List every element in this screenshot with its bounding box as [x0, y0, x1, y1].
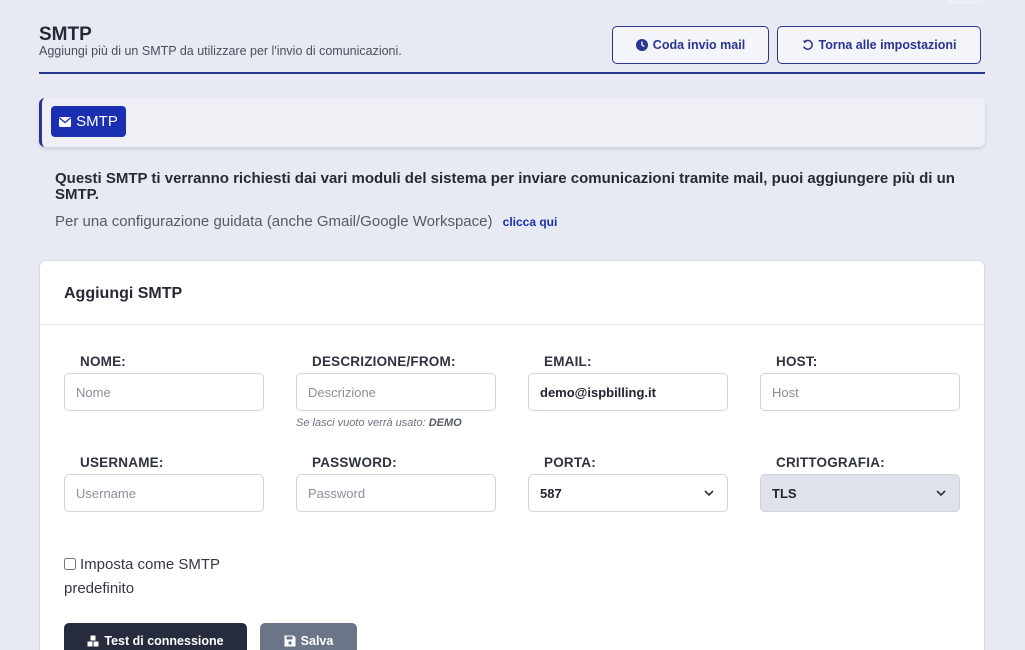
descrizione-help-text: Se lasci vuoto verrà usato:: [296, 417, 426, 429]
test-connection-button[interactable]: Test di connessione: [64, 623, 247, 650]
card-title: Aggiungi SMTP: [40, 261, 984, 325]
host-input[interactable]: [760, 373, 960, 411]
crittografia-selected-value: TLS: [772, 485, 797, 501]
tab-smtp[interactable]: SMTP: [51, 106, 126, 137]
porta-selected-value: 587: [540, 485, 562, 501]
crittografia-select[interactable]: TLS: [760, 474, 960, 512]
email-input[interactable]: [528, 373, 728, 411]
guided-config-link[interactable]: clicca qui: [503, 215, 558, 229]
descrizione-help-default: DEMO: [428, 417, 462, 429]
test-connection-label: Test di connessione: [104, 634, 224, 648]
chevron-down-icon: [704, 490, 714, 497]
default-smtp-checkbox[interactable]: [64, 558, 76, 570]
descrizione-input[interactable]: [296, 373, 496, 411]
porta-select[interactable]: 587: [528, 474, 728, 512]
username-label: USERNAME:: [80, 455, 164, 470]
chevron-down-icon: [936, 490, 946, 497]
envelope-icon: [59, 116, 72, 127]
page-subtitle: Aggiungi più di un SMTP da utilizzare pe…: [39, 44, 402, 58]
page-title: SMTP: [39, 24, 92, 45]
password-label: PASSWORD:: [312, 455, 397, 470]
host-label: HOST:: [776, 354, 818, 369]
default-smtp-option[interactable]: Imposta come SMTP predefinito: [64, 553, 254, 601]
page-header: SMTP Aggiungi più di un SMTP da utilizza…: [39, 24, 985, 74]
undo-icon: [802, 39, 813, 50]
back-to-settings-label: Torna alle impostazioni: [818, 38, 957, 52]
default-smtp-label: Imposta come SMTP predefinito: [64, 556, 220, 597]
descrizione-help: Se lasci vuoto verrà usato: DEMO: [296, 417, 462, 429]
descrizione-label: DESCRIZIONE/FROM:: [312, 354, 456, 369]
tab-smtp-label: SMTP: [76, 113, 118, 130]
tab-bar: SMTP: [39, 98, 985, 147]
password-input[interactable]: [296, 474, 496, 512]
back-to-settings-button[interactable]: Torna alle impostazioni: [777, 26, 981, 64]
nome-input[interactable]: [64, 373, 264, 411]
cubes-icon: [87, 635, 99, 647]
nome-label: NOME:: [80, 354, 126, 369]
save-button[interactable]: Salva: [260, 623, 357, 650]
add-smtp-card: Aggiungi SMTP NOME: DESCRIZIONE/FROM: Se…: [39, 260, 985, 650]
top-right-decoration: [943, 0, 987, 4]
floppy-icon: [284, 635, 296, 647]
username-input[interactable]: [64, 474, 264, 512]
guided-config-text: Per una configurazione guidata (anche Gm…: [55, 213, 493, 230]
save-label: Salva: [300, 634, 334, 648]
mail-queue-button[interactable]: Coda invio mail: [612, 26, 769, 64]
mail-queue-label: Coda invio mail: [652, 38, 746, 52]
guided-config-line: Per una configurazione guidata (anche Gm…: [55, 213, 557, 230]
email-label: EMAIL:: [544, 354, 592, 369]
porta-label: PORTA:: [544, 455, 596, 470]
intro-text: Questi SMTP ti verranno richiesti dai va…: [55, 170, 955, 203]
clock-icon: [635, 39, 648, 51]
crittografia-label: CRITTOGRAFIA:: [776, 455, 885, 470]
